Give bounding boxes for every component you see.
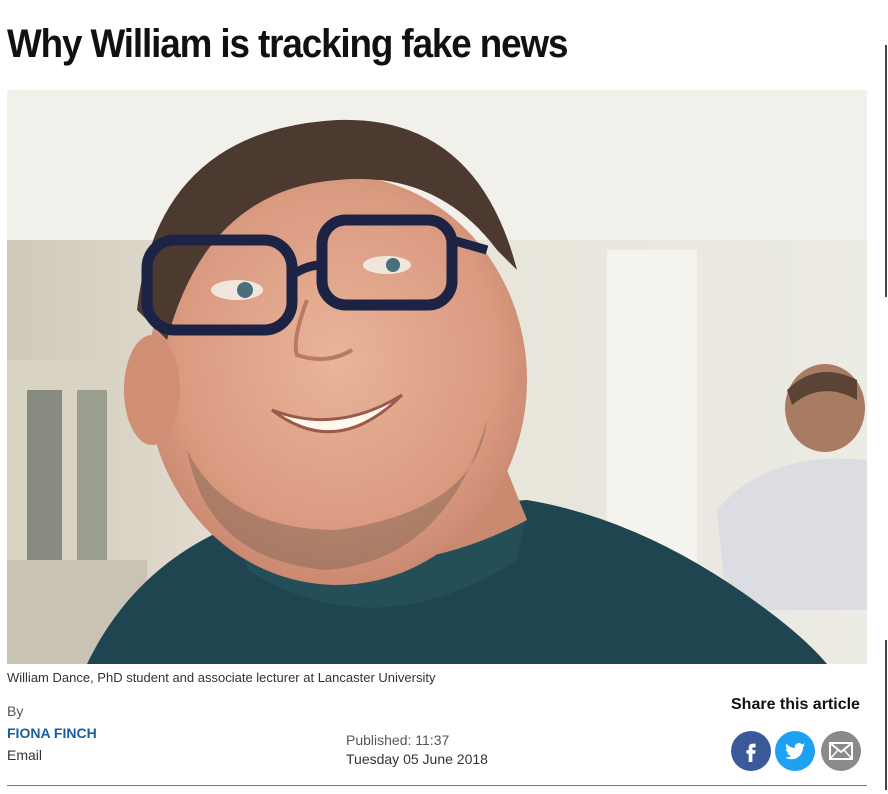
article-headline: Why William is tracking fake news	[7, 22, 569, 66]
article-photo	[7, 90, 867, 664]
byline-divider	[7, 785, 867, 786]
publish-time: Published: 11:37	[346, 732, 450, 748]
facebook-icon	[746, 743, 756, 762]
twitter-icon	[785, 743, 805, 760]
sidebar-divider-lower	[885, 640, 887, 790]
publish-info: Published: 11:37 Tuesday 05 June 2018	[346, 731, 488, 769]
share-email-button[interactable]	[821, 731, 861, 771]
share-twitter-button[interactable]	[775, 731, 815, 771]
photo-caption: William Dance, PhD student and associate…	[7, 670, 436, 685]
email-author-link[interactable]: Email	[7, 747, 42, 763]
share-facebook-button[interactable]	[731, 731, 771, 771]
author-link[interactable]: FIONA FINCH	[7, 725, 97, 741]
sidebar-divider	[885, 45, 887, 297]
share-title: Share this article	[731, 696, 860, 713]
publish-date: Tuesday 05 June 2018	[346, 751, 488, 767]
envelope-icon	[829, 742, 853, 760]
byline-label: By	[7, 703, 24, 719]
